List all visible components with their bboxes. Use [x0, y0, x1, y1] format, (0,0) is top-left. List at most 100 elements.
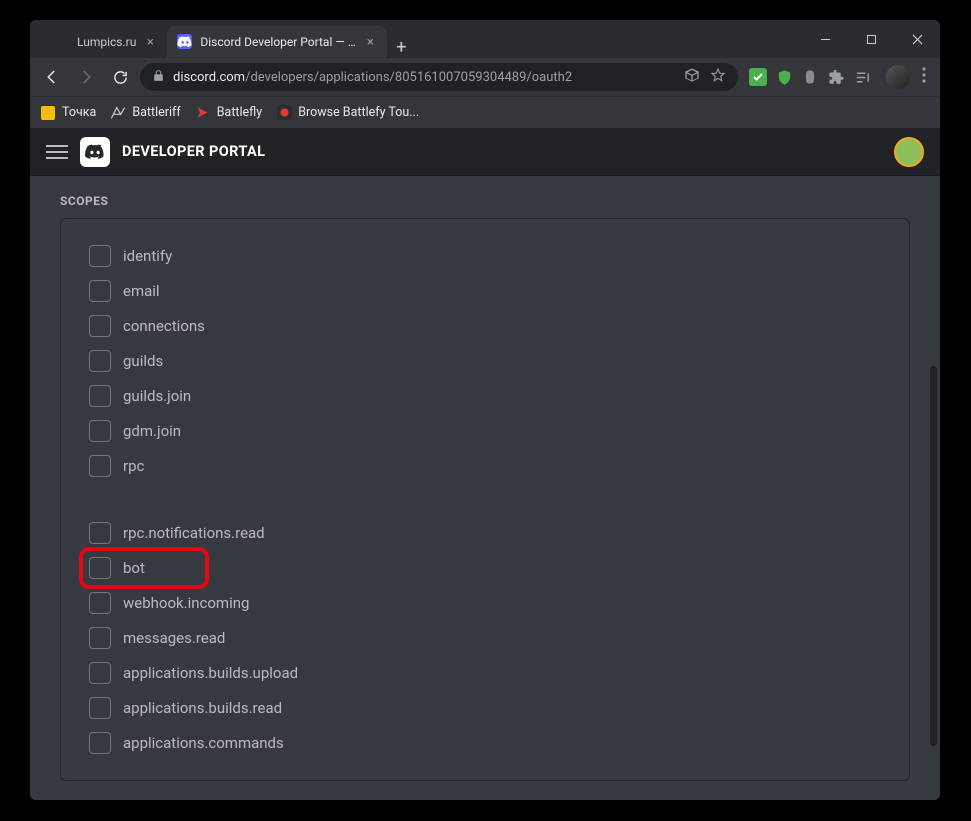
scope-label: webhook.incoming — [123, 594, 249, 612]
bookmark-icon — [110, 105, 126, 121]
url-path: /developers/applications/805161007059304… — [245, 70, 572, 85]
checkbox[interactable] — [89, 732, 111, 754]
back-button[interactable] — [38, 63, 66, 91]
minimize-button[interactable] — [802, 20, 848, 58]
close-tab-icon[interactable]: × — [143, 35, 157, 50]
lock-icon — [152, 69, 165, 86]
kebab-menu-icon[interactable] — [916, 67, 932, 87]
extension-shield-icon[interactable] — [774, 67, 794, 87]
section-title: SCOPES — [60, 194, 910, 208]
scrollbar-thumb[interactable] — [930, 366, 937, 746]
maximize-button[interactable] — [848, 20, 894, 58]
extensions — [744, 67, 876, 87]
page-content: SCOPES identify email connections guilds gui… — [30, 176, 940, 800]
checkbox[interactable] — [89, 627, 111, 649]
scope-email[interactable]: email — [89, 280, 881, 302]
window-controls — [802, 20, 940, 58]
scope-label: applications.builds.read — [123, 699, 282, 717]
translate-icon[interactable] — [684, 67, 700, 87]
discord-header: DEVELOPER PORTAL — [30, 128, 940, 176]
titlebar: Lumpics.ru × Discord Developer Portal — … — [30, 20, 940, 58]
scope-webhook-incoming[interactable]: webhook.incoming — [89, 592, 881, 614]
url-text: discord.com/developers/applications/8051… — [173, 70, 676, 85]
scope-label: bot — [123, 559, 145, 577]
checkbox[interactable] — [89, 385, 111, 407]
scope-label: messages.read — [123, 629, 225, 647]
bookmark-icon — [40, 105, 56, 121]
extension-adblock-icon[interactable] — [748, 67, 768, 87]
tab-label: Discord Developer Portal — My A — [200, 35, 356, 49]
checkbox[interactable] — [89, 420, 111, 442]
bookmark-battlefy[interactable]: Browse Battlefy Tou... — [276, 105, 419, 121]
scope-label: guilds.join — [123, 387, 191, 405]
scope-list: identify email connections guilds guilds.joi… — [89, 245, 881, 754]
address-bar[interactable]: discord.com/developers/applications/8051… — [140, 63, 738, 91]
bookmark-battleriff[interactable]: Battleriff — [110, 105, 180, 121]
star-icon[interactable] — [710, 67, 726, 87]
scope-gdm-join[interactable]: gdm.join — [89, 420, 881, 442]
tab-label: Lumpics.ru — [77, 35, 136, 49]
scope-label: connections — [123, 317, 205, 335]
user-avatar[interactable] — [894, 137, 924, 167]
checkbox[interactable] — [89, 280, 111, 302]
bookmark-tochka[interactable]: Точка — [40, 105, 96, 121]
tab-discord-dev[interactable]: Discord Developer Portal — My A × — [167, 26, 387, 58]
scope-rpc-notifications-read[interactable]: rpc.notifications.read — [89, 522, 881, 544]
checkbox[interactable] — [89, 245, 111, 267]
checkbox[interactable] — [89, 350, 111, 372]
bookmarks-bar: Точка Battleriff Battlefly Browse Battle… — [30, 96, 940, 128]
scope-label: gdm.join — [123, 422, 181, 440]
bookmark-label: Точка — [62, 105, 96, 120]
bookmark-icon — [195, 105, 211, 121]
checkbox[interactable] — [89, 455, 111, 477]
toolbar: discord.com/developers/applications/8051… — [30, 58, 940, 96]
scope-rpc[interactable]: rpc — [89, 455, 881, 477]
scope-label: guilds — [123, 352, 163, 370]
scope-messages-read[interactable]: messages.read — [89, 627, 881, 649]
reload-button[interactable] — [106, 63, 134, 91]
checkbox[interactable] — [89, 592, 111, 614]
extension-puzzle-icon[interactable] — [826, 67, 846, 87]
browser-window: Lumpics.ru × Discord Developer Portal — … — [30, 20, 940, 800]
url-host: discord.com — [173, 70, 245, 85]
profile-avatar[interactable] — [886, 65, 910, 89]
extension-evernote-icon[interactable] — [800, 67, 820, 87]
close-tab-icon[interactable]: × — [363, 35, 377, 50]
scope-identify[interactable]: identify — [89, 245, 881, 267]
tab-strip: Lumpics.ru × Discord Developer Portal — … — [30, 20, 415, 58]
bookmark-label: Battleriff — [132, 105, 180, 120]
scope-label: identify — [123, 247, 172, 265]
favicon-lumpics — [54, 34, 70, 50]
tab-lumpics[interactable]: Lumpics.ru × — [44, 26, 167, 58]
scope-label: rpc — [123, 457, 144, 475]
reading-list-icon[interactable] — [852, 67, 872, 87]
checkbox[interactable] — [89, 522, 111, 544]
scope-label: rpc.notifications.read — [123, 524, 265, 542]
scopes-panel: identify email connections guilds guilds.joi… — [60, 218, 910, 781]
bookmark-battlefly[interactable]: Battlefly — [195, 105, 262, 121]
scope-label: email — [123, 282, 160, 300]
bookmark-label: Battlefly — [217, 105, 262, 120]
app-title: DEVELOPER PORTAL — [122, 143, 265, 160]
scope-connections[interactable]: connections — [89, 315, 881, 337]
hamburger-menu-icon[interactable] — [46, 141, 68, 163]
new-tab-button[interactable]: + — [387, 37, 415, 58]
checkbox[interactable] — [89, 315, 111, 337]
scope-applications-commands[interactable]: applications.commands — [89, 732, 881, 754]
scope-applications-builds-upload[interactable]: applications.builds.upload — [89, 662, 881, 684]
close-window-button[interactable] — [894, 20, 940, 58]
scope-guilds-join[interactable]: guilds.join — [89, 385, 881, 407]
scope-label: applications.commands — [123, 734, 284, 752]
favicon-discord — [177, 34, 193, 50]
checkbox[interactable] — [89, 662, 111, 684]
checkbox[interactable] — [89, 557, 111, 579]
forward-button[interactable] — [72, 63, 100, 91]
scope-applications-builds-read[interactable]: applications.builds.read — [89, 697, 881, 719]
scope-label: applications.builds.upload — [123, 664, 298, 682]
checkbox[interactable] — [89, 697, 111, 719]
discord-logo-icon — [80, 137, 110, 167]
bookmark-label: Browse Battlefy Tou... — [298, 105, 419, 120]
scope-guilds[interactable]: guilds — [89, 350, 881, 372]
bookmark-icon — [276, 105, 292, 121]
scope-bot[interactable]: bot — [89, 557, 881, 579]
